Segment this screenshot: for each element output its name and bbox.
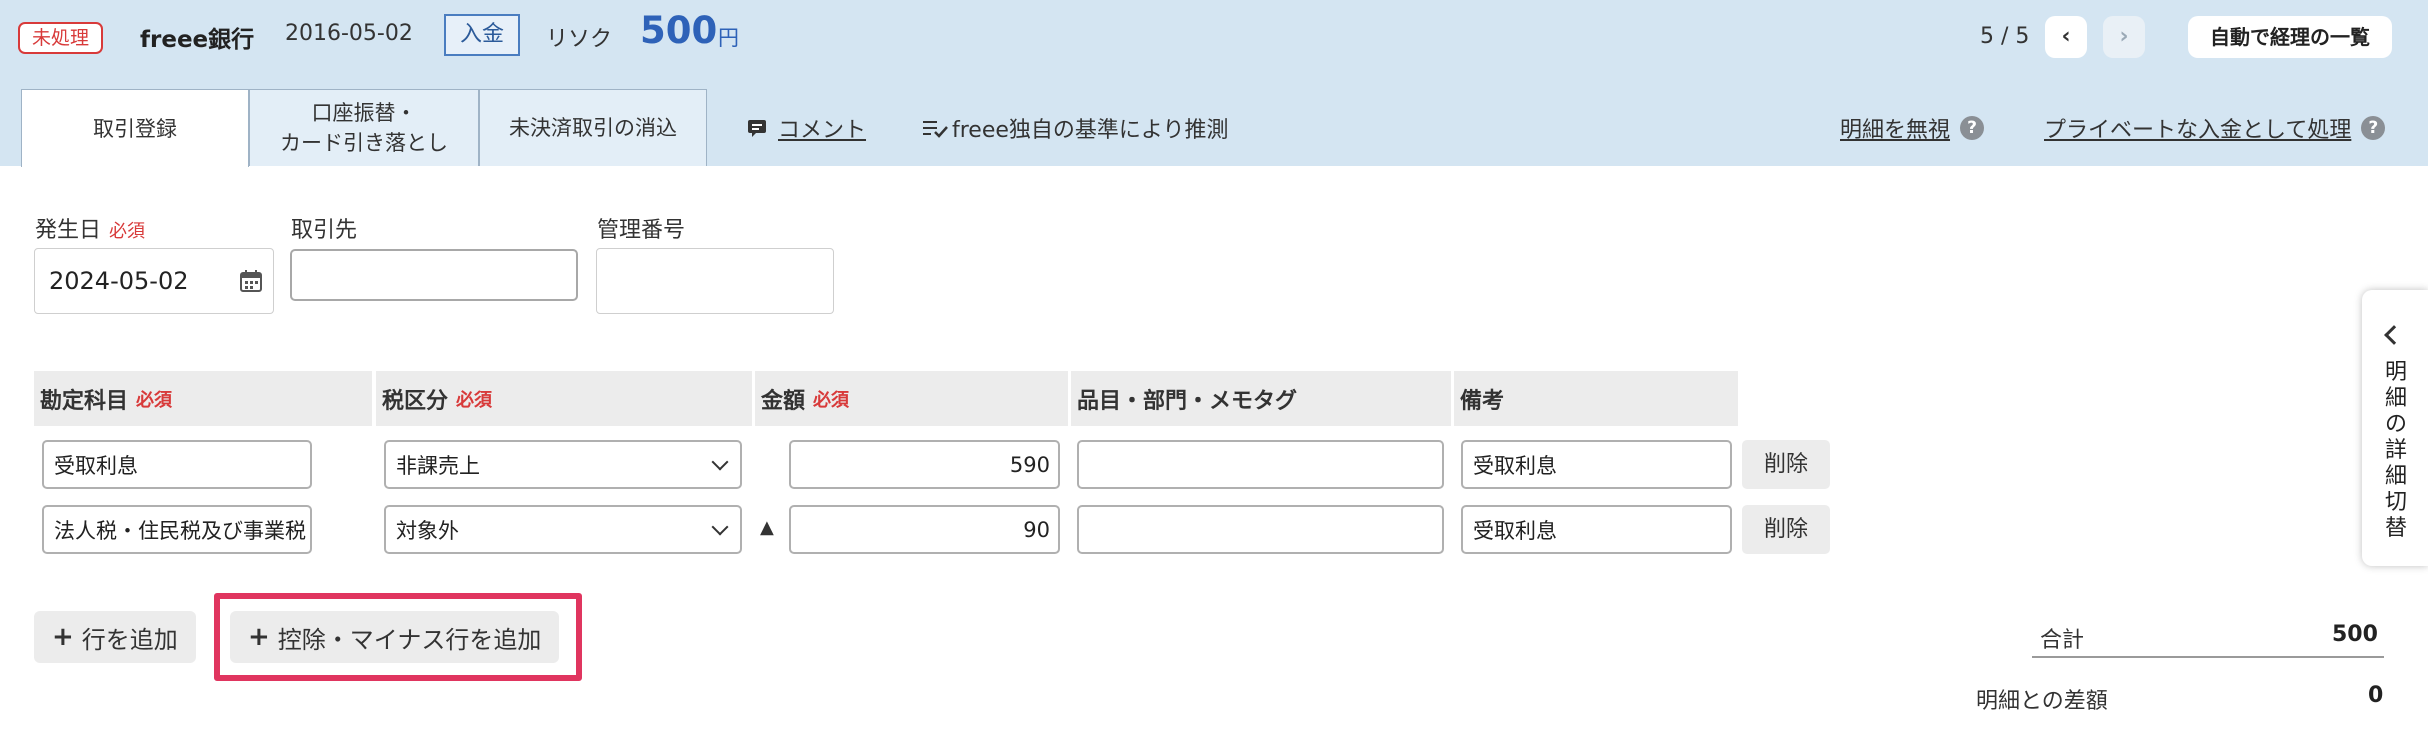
required-mark: 必須 bbox=[456, 389, 493, 411]
required-mark: 必須 bbox=[109, 221, 146, 242]
plus-icon: + bbox=[52, 622, 74, 652]
amount-unit: 円 bbox=[718, 26, 739, 50]
management-number-input[interactable] bbox=[596, 248, 834, 314]
date-label-text: 発生日 bbox=[35, 218, 102, 243]
tags-input[interactable] bbox=[1077, 505, 1444, 554]
amount-input[interactable]: 590 bbox=[789, 440, 1060, 489]
delete-row-button[interactable]: 削除 bbox=[1742, 440, 1830, 489]
highlight-frame bbox=[214, 593, 582, 681]
tab-label: 取引登録 bbox=[93, 116, 177, 141]
col-header-tax: 税区分 必須 bbox=[376, 371, 752, 426]
next-button[interactable]: › bbox=[2103, 16, 2145, 58]
col-header-label: 品目・部門・メモタグ bbox=[1077, 388, 1298, 414]
detail-toggle-label: 明細の詳細切替 bbox=[2384, 360, 2407, 541]
transaction-header: 未処理 freee銀行 2016-05-02 入金 リソク 500 円 5 / … bbox=[0, 0, 2428, 167]
private-label: プライベートな入金として処理 bbox=[2044, 118, 2352, 143]
col-header-account: 勘定科目 必須 bbox=[34, 371, 372, 426]
add-row-button[interactable]: + 行を追加 bbox=[34, 611, 196, 663]
calendar-icon[interactable] bbox=[239, 269, 263, 293]
tax-select-value: 対象外 bbox=[396, 518, 459, 543]
chevron-down-icon bbox=[711, 518, 729, 535]
required-mark: 必須 bbox=[136, 389, 173, 411]
account-input[interactable]: 法人税・住民税及び事業税 bbox=[42, 505, 312, 554]
partner-label: 取引先 bbox=[291, 218, 358, 243]
prev-button[interactable]: ‹ bbox=[2045, 16, 2087, 58]
auto-accounting-list-button[interactable]: 自動で経理の一覧 bbox=[2188, 16, 2392, 58]
chevron-left-icon: ‹ bbox=[2061, 24, 2071, 49]
col-header-tags: 品目・部門・メモタグ bbox=[1071, 371, 1451, 426]
add-row-label: 行を追加 bbox=[81, 625, 178, 654]
statement-date: 2016-05-02 bbox=[285, 21, 413, 46]
account-input[interactable]: 受取利息 bbox=[42, 440, 312, 489]
total-value: 500 bbox=[2332, 622, 2378, 647]
tags-input[interactable] bbox=[1077, 440, 1444, 489]
note-input[interactable]: 受取利息 bbox=[1461, 505, 1732, 554]
total-divider bbox=[2032, 656, 2384, 658]
delete-row-button[interactable]: 削除 bbox=[1742, 505, 1830, 554]
deposit-type-badge: 入金 bbox=[444, 14, 521, 56]
chevron-down-icon bbox=[711, 453, 729, 470]
statement-amount: 500 bbox=[640, 9, 718, 52]
partner-input[interactable] bbox=[290, 249, 578, 301]
difference-value: 0 bbox=[2368, 683, 2384, 708]
help-icon[interactable]: ? bbox=[2361, 116, 2386, 140]
tab-register-transaction[interactable]: 取引登録 bbox=[21, 89, 249, 167]
header-summary-row: 未処理 freee銀行 2016-05-02 入金 リソク 500 円 5 / … bbox=[0, 0, 2428, 72]
col-header-note: 備考 bbox=[1454, 371, 1738, 426]
inference-indicator: freee独自の基準により推測 bbox=[922, 112, 1228, 144]
required-mark: 必須 bbox=[813, 389, 850, 411]
payee-name: リソク bbox=[546, 27, 613, 52]
date-input[interactable]: 2024-05-02 bbox=[34, 248, 274, 314]
col-header-label: 勘定科目 bbox=[40, 388, 129, 414]
bank-name: freee銀行 bbox=[140, 27, 255, 53]
chevron-left-icon bbox=[2384, 325, 2404, 345]
date-value: 2024-05-02 bbox=[49, 267, 189, 295]
col-header-label: 税区分 bbox=[382, 388, 449, 414]
help-icon[interactable]: ? bbox=[1960, 116, 1985, 140]
col-header-label: 金額 bbox=[761, 388, 806, 414]
tab-label: 未決済取引の消込 bbox=[509, 116, 677, 140]
minus-marker: ▲ bbox=[760, 517, 774, 538]
pager-count: 5 / 5 bbox=[1980, 24, 2030, 49]
tax-select-value: 非課売上 bbox=[396, 453, 480, 478]
status-badge: 未処理 bbox=[18, 22, 104, 54]
amount-input[interactable]: 90 bbox=[789, 505, 1060, 554]
chevron-right-icon: › bbox=[2119, 24, 2129, 49]
date-label: 発生日 必須 bbox=[35, 212, 145, 244]
tab-account-transfer[interactable]: 口座振替・ カード引き落とし bbox=[249, 89, 479, 166]
col-header-label: 備考 bbox=[1460, 388, 1505, 414]
detail-toggle-tab[interactable]: 明細の詳細切替 bbox=[2362, 290, 2428, 566]
comment-label: コメント bbox=[778, 118, 867, 143]
col-header-amount: 金額 必須 bbox=[755, 371, 1068, 426]
tax-select[interactable]: 対象外 bbox=[384, 505, 742, 554]
inference-label: freee独自の基準により推測 bbox=[952, 118, 1229, 143]
comment-link[interactable]: コメント bbox=[746, 112, 866, 144]
private-deposit-link[interactable]: プライベートな入金として処理 ? bbox=[2044, 112, 2386, 144]
note-input[interactable]: 受取利息 bbox=[1461, 440, 1732, 489]
checklist-icon bbox=[923, 121, 948, 138]
management-number-label: 管理番号 bbox=[597, 218, 686, 243]
tax-select[interactable]: 非課売上 bbox=[384, 440, 742, 489]
tab-label: 口座振替・ カード引き落とし bbox=[280, 101, 448, 155]
tab-clear-unsettled[interactable]: 未決済取引の消込 bbox=[479, 89, 707, 166]
total-label: 合計 bbox=[2040, 628, 2085, 653]
ignore-statement-link[interactable]: 明細を無視 ? bbox=[1840, 112, 1985, 144]
comment-icon bbox=[748, 120, 766, 137]
difference-label: 明細との差額 bbox=[1976, 689, 2108, 714]
ignore-label: 明細を無視 bbox=[1840, 118, 1951, 143]
